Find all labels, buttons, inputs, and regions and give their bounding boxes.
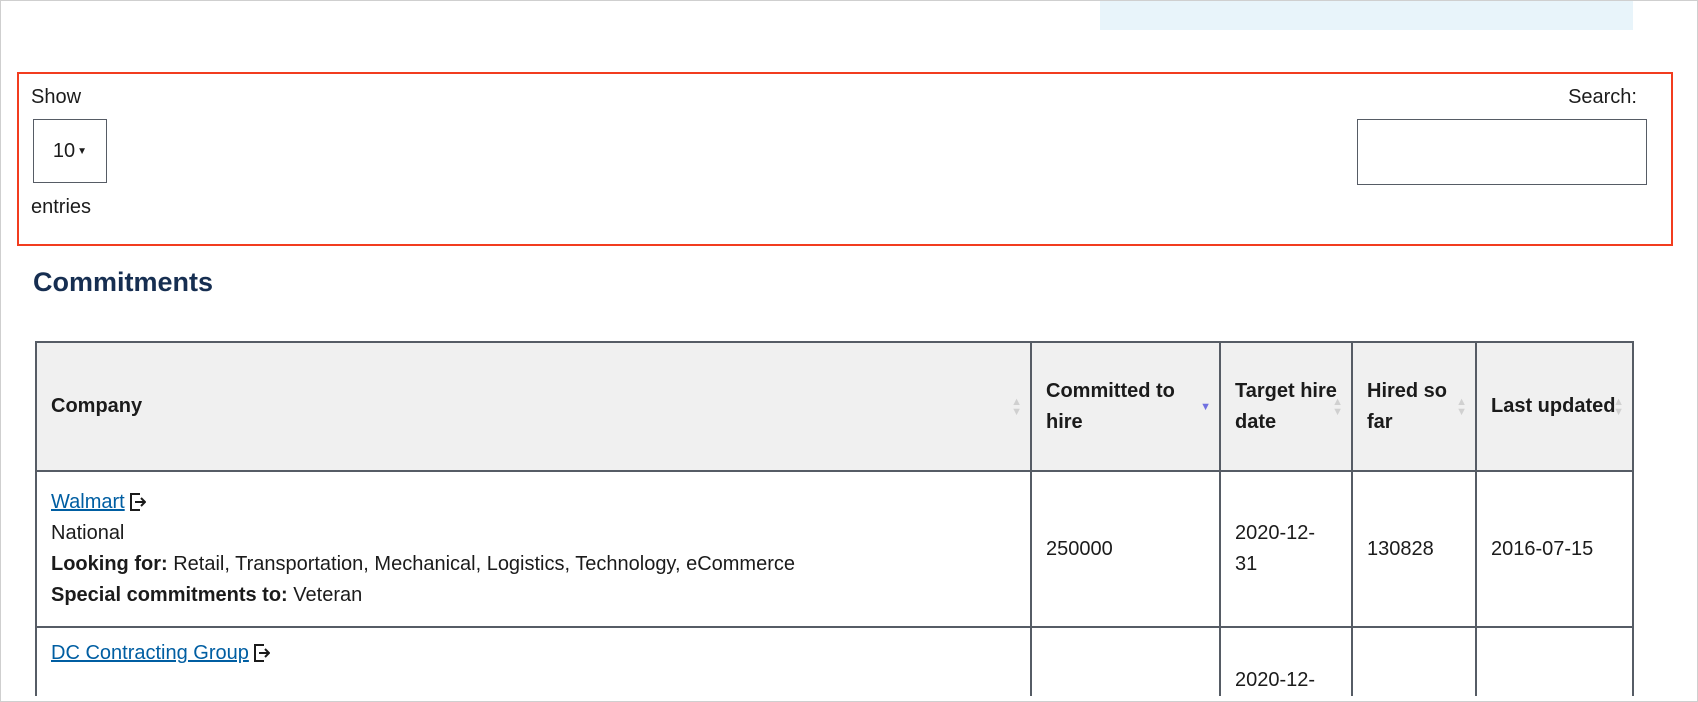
sort-icon: ▲ ▼ xyxy=(1456,395,1467,418)
hired-cell xyxy=(1351,626,1477,696)
external-link-icon xyxy=(129,493,146,511)
sort-icon: ▲ ▼ xyxy=(1011,395,1022,418)
info-banner xyxy=(1100,1,1633,30)
committed-cell xyxy=(1030,626,1221,696)
column-header-target-date[interactable]: Target hire date ▲ ▼ xyxy=(1219,341,1353,472)
table-controls: Show 10 ▼ entries Search: xyxy=(17,72,1673,246)
table-row: Walmart National Looking for: Retail, Tr… xyxy=(35,470,1634,628)
committed-cell: 250000 xyxy=(1030,470,1221,628)
column-header-hired[interactable]: Hired so far ▲ ▼ xyxy=(1351,341,1477,472)
looking-for-label: Looking for: xyxy=(51,553,168,575)
company-cell: DC Contracting Group xyxy=(35,626,1032,696)
updated-cell: 2016-07-15 xyxy=(1475,470,1634,628)
section-heading: Commitments xyxy=(33,267,214,297)
sort-icon: ▲ ▼ xyxy=(1613,395,1624,418)
target-date-cell: 2020-12-31 xyxy=(1219,470,1353,628)
sort-icon: ▲ ▼ xyxy=(1332,395,1343,418)
commitments-table: Company ▲ ▼ Committed to hire ▼ Target hire… xyxy=(35,341,1634,696)
special-commitments-label: Special commitments to: xyxy=(51,584,288,606)
search-input[interactable] xyxy=(1357,119,1647,185)
entries-label: entries xyxy=(31,196,92,218)
special-commitments-value: Veteran xyxy=(293,584,363,606)
show-label: Show xyxy=(31,86,82,108)
company-cell: Walmart National Looking for: Retail, Tr… xyxy=(35,470,1032,628)
external-link-icon xyxy=(253,644,270,662)
updated-cell xyxy=(1475,626,1634,696)
table-row: DC Contracting Group 2020-12- xyxy=(35,626,1634,696)
column-header-company[interactable]: Company ▲ ▼ xyxy=(35,341,1032,472)
page: Show 10 ▼ entries Search: Commitments Com… xyxy=(0,0,1698,702)
sort-descending-icon: ▼ xyxy=(1200,400,1211,413)
looking-for-value: Retail, Transportation, Mechanical, Logi… xyxy=(173,553,795,575)
header-row: Company ▲ ▼ Committed to hire ▼ Target hire… xyxy=(35,341,1634,472)
column-header-updated[interactable]: Last updated ▲ ▼ xyxy=(1475,341,1634,472)
page-length-select[interactable]: 10 ▼ xyxy=(33,119,107,183)
header-label: Company xyxy=(51,395,143,417)
header-label: Committed to hire xyxy=(1046,379,1175,433)
header-label: Hired so far xyxy=(1367,379,1448,433)
header-label: Target hire date xyxy=(1235,379,1337,433)
header-label: Last updated xyxy=(1491,395,1616,417)
company-scope: National xyxy=(51,522,125,544)
caret-down-icon: ▼ xyxy=(77,145,88,157)
page-length-value: 10 xyxy=(52,139,76,162)
company-link[interactable]: DC Contracting Group xyxy=(51,642,249,664)
search-label: Search: xyxy=(1568,86,1637,108)
hired-cell: 130828 xyxy=(1351,470,1477,628)
target-date-cell: 2020-12- xyxy=(1219,626,1353,696)
column-header-committed[interactable]: Committed to hire ▼ xyxy=(1030,341,1221,472)
company-link[interactable]: Walmart xyxy=(51,491,125,513)
